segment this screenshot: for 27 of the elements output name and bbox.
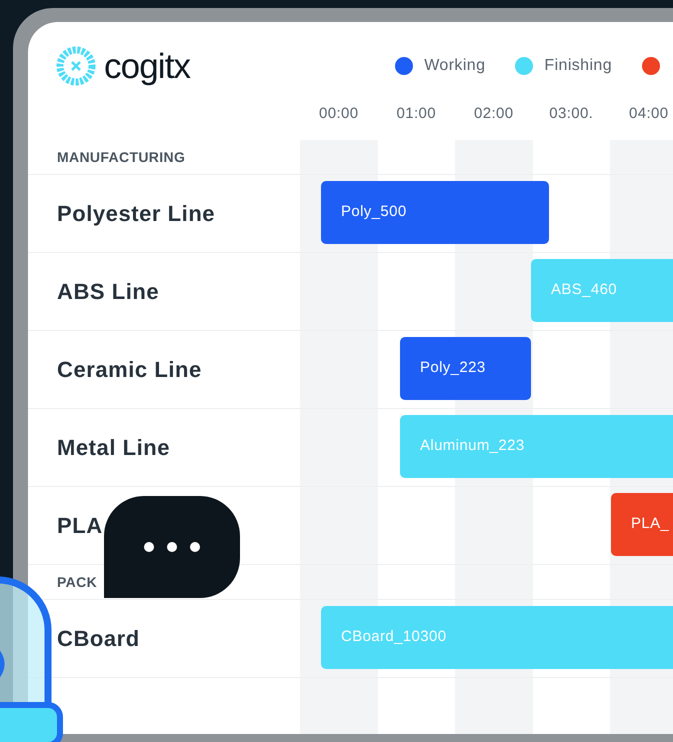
- hour-label: 01:00: [396, 104, 436, 124]
- legend-label: Finishing: [544, 56, 612, 76]
- line-name: Metal Line: [57, 434, 170, 462]
- hour-label: 00:00: [319, 104, 358, 124]
- line-name: Polyester Line: [57, 200, 216, 228]
- task-label: Poly_500: [341, 202, 407, 222]
- task-bar[interactable]: Poly_223: [400, 337, 531, 400]
- section-title: MANUFACTURING: [57, 148, 186, 166]
- task-label: PLA_: [631, 514, 670, 534]
- line-name: ABS Line: [57, 278, 160, 306]
- brand-name: cogitx: [104, 48, 190, 84]
- legend-label: Working: [424, 56, 486, 76]
- task-label: CBoard_10300: [341, 627, 446, 648]
- hour-label: 04:00: [629, 104, 668, 124]
- task-label: Aluminum_223: [420, 436, 525, 456]
- line-name: PLA: [57, 512, 103, 540]
- typing-bubble-icon: [104, 496, 240, 598]
- logo-icon: [56, 46, 96, 86]
- section-title: PACK: [57, 572, 98, 592]
- line-name: CBoard: [57, 625, 140, 653]
- task-label: Poly_223: [420, 358, 486, 378]
- hour-label: 02:00: [474, 104, 514, 124]
- task-bar[interactable]: Poly_500: [321, 181, 549, 244]
- line-name: Ceramic Line: [57, 356, 202, 384]
- task-label: ABS_460: [551, 280, 618, 300]
- hour-label: 03:00.: [549, 104, 594, 124]
- task-bar[interactable]: PLA_: [611, 493, 673, 556]
